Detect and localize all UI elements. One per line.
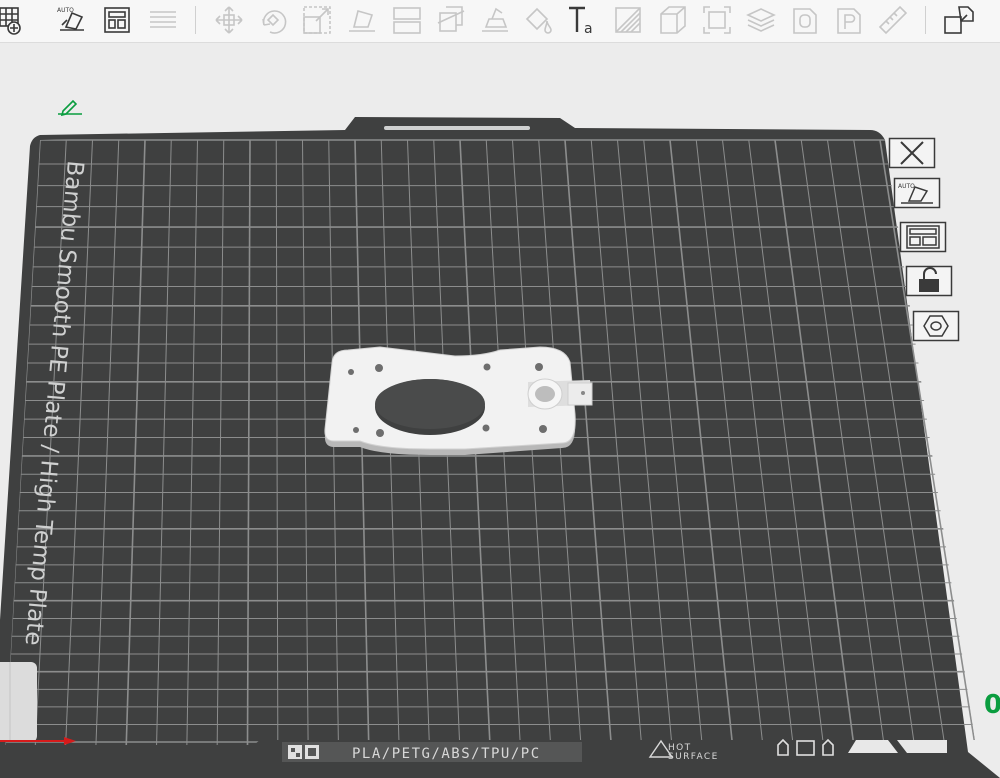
rotate-button[interactable]: [256, 3, 290, 37]
assembly-button[interactable]: [942, 3, 976, 37]
plate-settings-button[interactable]: [912, 310, 960, 342]
lay-on-face-icon: [349, 10, 375, 32]
edit-plate-name-button[interactable]: [54, 97, 86, 117]
plate-handle: [384, 126, 530, 130]
svg-text:AUTO: AUTO: [898, 183, 915, 190]
cube-icon: [660, 6, 686, 34]
object-p-icon: [837, 8, 861, 34]
layers-menu-icon: [150, 11, 176, 28]
support-paint-icon: [482, 7, 508, 32]
object-o-button[interactable]: [788, 3, 822, 37]
lock-plate-button[interactable]: [905, 265, 953, 297]
move-button[interactable]: [212, 3, 246, 37]
scale-icon: [303, 6, 331, 34]
text-button[interactable]: a: [566, 3, 600, 37]
main-toolbar: AUTO a: [0, 0, 1000, 43]
add-plate-button[interactable]: [0, 3, 24, 37]
support-paint-button[interactable]: [478, 3, 512, 37]
auto-orient-plate-button[interactable]: AUTO: [893, 177, 941, 209]
fit-button[interactable]: [700, 3, 734, 37]
fit-icon: [703, 6, 731, 34]
stack-icon: [746, 8, 776, 32]
split-icon: [393, 7, 421, 34]
surface-label: SURFACE: [668, 752, 719, 762]
auto-orient-icon: AUTO: [57, 7, 84, 31]
unlock-icon: [905, 265, 953, 297]
toolbar-separator: [925, 6, 926, 34]
model-object[interactable]: [324, 346, 593, 455]
close-icon: [888, 137, 936, 169]
close-plate-button[interactable]: [888, 137, 936, 169]
lay-on-face-button[interactable]: [345, 3, 379, 37]
auto-orient-button[interactable]: AUTO: [54, 3, 88, 37]
object-o-icon: [793, 8, 817, 34]
split-button[interactable]: [390, 3, 424, 37]
seam-paint-button[interactable]: [522, 3, 556, 37]
seam-paint-icon: [525, 7, 552, 34]
pencil-icon: [58, 99, 82, 117]
arrange-button[interactable]: [100, 3, 134, 37]
measure-icon: [615, 7, 641, 33]
text-icon: a: [569, 6, 593, 37]
arrange-plate-button[interactable]: [899, 221, 947, 253]
arrange-icon: [104, 7, 130, 33]
cube-button[interactable]: [656, 3, 690, 37]
svg-text:a: a: [584, 21, 593, 37]
origin-gizmo: [0, 662, 37, 742]
cut-icon: [437, 6, 465, 32]
auto-orient-icon: AUTO: [893, 177, 941, 209]
toolbar-separator: [195, 6, 196, 34]
ruler-icon: [878, 5, 908, 35]
layers-menu-button[interactable]: [146, 3, 180, 37]
move-icon: [215, 6, 243, 34]
measure-button[interactable]: [611, 3, 645, 37]
hexagon-nut-icon: [912, 310, 960, 342]
cut-button[interactable]: [434, 3, 468, 37]
corner-indicator: 0: [984, 690, 1000, 720]
build-plate-scene: PLA/PETG/ABS/TPU/PC HOT SURFACE Bambu Sm…: [0, 117, 1000, 778]
scale-button[interactable]: [300, 3, 334, 37]
arrange-icon: [899, 221, 947, 253]
filament-types-label: PLA/PETG/ABS/TPU/PC: [352, 746, 541, 762]
3d-viewport[interactable]: PLA/PETG/ABS/TPU/PC HOT SURFACE Bambu Sm…: [0, 43, 1000, 778]
object-p-button[interactable]: [832, 3, 866, 37]
add-plate-icon: [0, 7, 21, 35]
stack-button[interactable]: [744, 3, 778, 37]
assembly-icon: [944, 6, 974, 34]
rotate-icon: [262, 10, 287, 34]
ruler-button[interactable]: [876, 3, 910, 37]
